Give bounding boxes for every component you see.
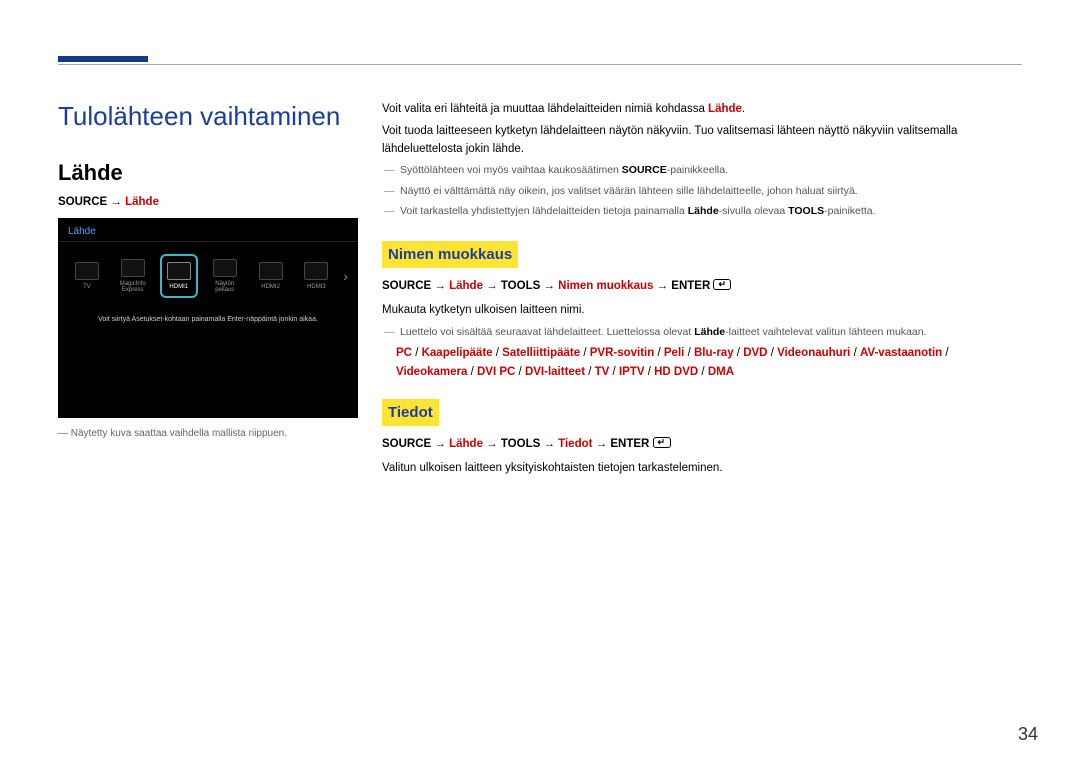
hdmi-icon bbox=[259, 262, 283, 280]
text: Voit valita eri lähteitä ja muuttaa lähd… bbox=[382, 103, 708, 115]
text-red: Lähde bbox=[708, 103, 742, 115]
bc-lahde: Lähde bbox=[125, 196, 159, 208]
nimen-line1: Mukauta kytketyn ulkoisen laitteen nimi. bbox=[382, 302, 1022, 320]
enter-icon bbox=[713, 279, 731, 290]
mirror-icon bbox=[213, 259, 237, 277]
src-item-hdmi2: HDMI2 bbox=[252, 262, 290, 290]
heading-tiedot: Tiedot bbox=[382, 399, 439, 426]
p: Lähde bbox=[449, 438, 483, 450]
p: → bbox=[653, 280, 671, 292]
text: -sivulla olevaa bbox=[719, 205, 788, 217]
p: → bbox=[431, 280, 449, 292]
p: Tiedot bbox=[558, 438, 592, 450]
source-screenshot: Lähde TV MagicInfo Express HDMI1 Näytön … bbox=[58, 218, 358, 418]
image-disclaimer: ― Näytetty kuva saattaa vaihdella mallis… bbox=[58, 428, 358, 439]
p: → bbox=[592, 438, 610, 450]
text: Luettelo voi sisältää seuraavat lähdelai… bbox=[400, 326, 694, 338]
src-label: HDMI1 bbox=[169, 284, 188, 290]
p: → bbox=[483, 438, 501, 450]
p: → bbox=[540, 438, 558, 450]
path-nimen: SOURCE → Lähde → TOOLS → Nimen muokkaus … bbox=[382, 278, 1022, 296]
p: SOURCE bbox=[382, 438, 431, 450]
enter-icon bbox=[653, 437, 671, 448]
accent-bar bbox=[58, 56, 148, 62]
src-item-magicinfo: MagicInfo Express bbox=[114, 259, 152, 293]
text-bold: Lähde bbox=[688, 205, 719, 217]
dash-note-3: Voit tarkastella yhdistettyjen lähdelait… bbox=[382, 203, 1022, 219]
hdmi-icon bbox=[167, 262, 191, 280]
screenshot-row: TV MagicInfo Express HDMI1 Näytön peilau… bbox=[58, 242, 358, 308]
right-column: Voit valita eri lähteitä ja muuttaa lähd… bbox=[382, 101, 1022, 482]
bc-source: SOURCE bbox=[58, 196, 107, 208]
intro-p1: Voit valita eri lähteitä ja muuttaa lähd… bbox=[382, 101, 1022, 119]
breadcrumb-source-lahde: SOURCE → Lähde bbox=[58, 196, 358, 208]
text: -painikkeella. bbox=[667, 164, 728, 176]
list-row: Videokamera / DVI PC / DVI-laitteet / TV… bbox=[396, 363, 1022, 381]
src-item-tv: TV bbox=[68, 262, 106, 290]
text: Syöttölähteen voi myös vaihtaa kaukosäät… bbox=[400, 164, 622, 176]
chevron-right-icon: › bbox=[343, 268, 348, 284]
dash-note-2: Näyttö ei välttämättä näy oikein, jos va… bbox=[382, 183, 1022, 199]
magicinfo-icon bbox=[121, 259, 145, 277]
text-bold: TOOLS bbox=[788, 205, 824, 217]
top-divider bbox=[58, 64, 1022, 65]
p: TOOLS bbox=[501, 438, 540, 450]
dash-note-1: Syöttölähteen voi myös vaihtaa kaukosäät… bbox=[382, 162, 1022, 178]
src-label: MagicInfo Express bbox=[120, 281, 146, 293]
p: ENTER bbox=[610, 438, 649, 450]
src-item-hdmi3: HDMI3 bbox=[298, 262, 336, 290]
src-label: HDMI2 bbox=[261, 284, 280, 290]
screenshot-title: Lähde bbox=[58, 218, 358, 242]
page-number: 34 bbox=[1018, 724, 1038, 745]
text: -painiketta. bbox=[824, 205, 875, 217]
left-column: Tulolähteen vaihtaminen Lähde SOURCE → L… bbox=[58, 101, 358, 482]
p: → bbox=[431, 438, 449, 450]
text: . bbox=[742, 103, 745, 115]
nimen-dash: Luettelo voi sisältää seuraavat lähdelai… bbox=[382, 324, 1022, 340]
page-title: Tulolähteen vaihtaminen bbox=[58, 101, 358, 132]
intro-p2: Voit tuoda laitteeseen kytketyn lähdelai… bbox=[382, 123, 1022, 159]
p: ENTER bbox=[671, 280, 710, 292]
p: → bbox=[540, 280, 558, 292]
screenshot-caption: Voit siirtyä Asetukset-kohtaan painamall… bbox=[58, 316, 358, 323]
hdmi-icon bbox=[304, 262, 328, 280]
src-item-hdmi1-selected: HDMI1 bbox=[160, 254, 198, 298]
heading-nimen-muokkaus: Nimen muokkaus bbox=[382, 241, 518, 268]
p: Lähde bbox=[449, 280, 483, 292]
p: → bbox=[483, 280, 501, 292]
device-list: PC / Kaapelipääte / Satelliittipääte / P… bbox=[396, 344, 1022, 381]
p: SOURCE bbox=[382, 280, 431, 292]
text-bold: SOURCE bbox=[622, 164, 667, 176]
text: Voit tarkastella yhdistettyjen lähdelait… bbox=[400, 205, 688, 217]
p: TOOLS bbox=[501, 280, 540, 292]
bc-arrow: → bbox=[107, 196, 125, 208]
path-tiedot: SOURCE → Lähde → TOOLS → Tiedot → ENTER bbox=[382, 436, 1022, 454]
src-label: HDMI3 bbox=[307, 284, 326, 290]
src-item-mirror: Näytön peilaus bbox=[206, 259, 244, 293]
tv-icon bbox=[75, 262, 99, 280]
text: -laitteet vaihtelevat valitun lähteen mu… bbox=[725, 326, 926, 338]
src-label: Näytön peilaus bbox=[215, 281, 234, 293]
section-title-lahde: Lähde bbox=[58, 160, 358, 186]
tiedot-line1: Valitun ulkoisen laitteen yksityiskohtai… bbox=[382, 460, 1022, 478]
p: Nimen muokkaus bbox=[558, 280, 653, 292]
text-bold: Lähde bbox=[694, 326, 725, 338]
list-row: PC / Kaapelipääte / Satelliittipääte / P… bbox=[396, 344, 1022, 362]
src-label: TV bbox=[83, 284, 91, 290]
